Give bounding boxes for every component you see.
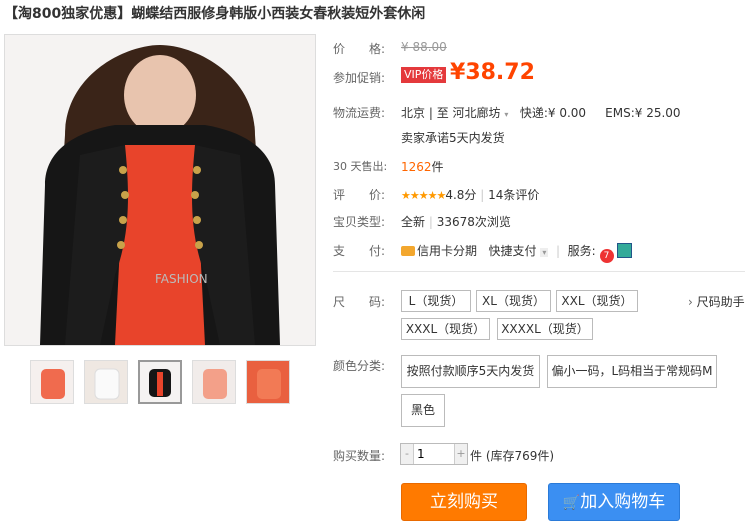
size-option-xxxxl[interactable]: XXXXL（现货）: [497, 318, 593, 340]
ship-to-chevron-icon[interactable]: ▾: [504, 110, 508, 119]
seven-day-return-icon: 7: [599, 249, 614, 263]
cart-icon: 🛒: [562, 495, 581, 511]
thumbnail-pink[interactable]: [192, 360, 236, 404]
ship-to[interactable]: 河北廊坊: [453, 106, 501, 120]
quantity-decrement-button[interactable]: -: [401, 444, 414, 464]
original-price: ¥ 88.00: [401, 40, 447, 54]
color-label: 颜色分类:: [333, 359, 386, 373]
color-option-ship-order[interactable]: 按照付款顺序5天内发货: [401, 355, 540, 388]
rating-label: 评 价:: [333, 188, 386, 202]
image-watermark: FASHION: [155, 272, 208, 286]
sales-unit: 件: [431, 160, 444, 174]
size-option-l[interactable]: L（现货）: [401, 290, 471, 312]
quantity-unit: 件: [470, 449, 483, 463]
guarantee-icon: [617, 243, 633, 258]
thumbnail-black-selected[interactable]: [138, 360, 182, 404]
sales-value: 1262件: [401, 158, 444, 175]
promo-price-value: 38.72: [465, 60, 535, 85]
rating-score: 4.8分: [445, 188, 477, 202]
ems-fee: ¥ 25.00: [634, 106, 681, 120]
quantity-stepper: - +: [400, 443, 468, 465]
quick-pay[interactable]: 快捷支付: [488, 244, 536, 258]
color-option-size-note[interactable]: 偏小一码，L码相当于常规码M: [547, 355, 717, 388]
color-option-black[interactable]: 黑色: [401, 394, 445, 427]
vip-badge: VIP价格: [401, 67, 447, 83]
shipping-label: 物流运费:: [333, 106, 386, 120]
size-label: 尺 码:: [333, 295, 386, 309]
thumbnail-white[interactable]: [84, 360, 128, 404]
credit-card-icon: [401, 246, 415, 256]
quick-pay-chevron-icon[interactable]: ▾: [540, 248, 549, 257]
section-divider: [333, 271, 745, 272]
size-option-xl[interactable]: XL（现货）: [476, 290, 551, 312]
view-count: 33678次浏览: [436, 215, 511, 229]
express-fee: ¥ 0.00: [547, 106, 587, 120]
rating-stars: ★★★★★: [401, 189, 446, 202]
currency-symbol: ¥: [450, 60, 466, 85]
size-helper[interactable]: › 尺码助手: [688, 293, 745, 310]
product-photo: FASHION: [5, 35, 315, 345]
ship-separator: 至: [436, 106, 449, 120]
sales-label: 30 天售出:: [333, 160, 388, 173]
payment-options: 信用卡分期 快捷支付 ▾ | 服务: 7: [401, 242, 633, 263]
ship-promise: 卖家承诺5天内发货: [401, 131, 505, 145]
add-to-cart-label: 加入购物车: [580, 492, 666, 512]
express-label: 快递:: [519, 106, 548, 120]
add-to-cart-button[interactable]: 🛒加入购物车: [548, 483, 680, 521]
price-label: 价 格:: [333, 42, 386, 56]
quantity-input[interactable]: [415, 445, 459, 463]
shipping-route: 北京 | 至 河北廊坊 ▾ 快递:¥ 0.00 EMS:¥ 25.00: [401, 106, 681, 120]
rating-value: ★★★★★4.8分 | 14条评价: [401, 188, 540, 202]
service-label: 服务:: [567, 244, 596, 258]
quantity-increment-button[interactable]: +: [454, 444, 467, 464]
promo-price: ¥38.72: [450, 60, 535, 85]
promo-label: 参加促销:: [333, 71, 386, 85]
ems-label: EMS:: [605, 106, 635, 120]
sales-count: 1262: [401, 160, 432, 174]
item-type-label: 宝贝类型:: [333, 215, 386, 229]
buy-now-button[interactable]: 立刻购买: [401, 483, 527, 521]
ship-from: 北京: [401, 106, 426, 120]
size-helper-label: 尺码助手: [696, 295, 745, 309]
main-product-image: FASHION: [4, 34, 316, 346]
product-title: 【淘800独家优惠】蝴蝶结西服修身韩版小西装女春秋装短外套休闲: [4, 6, 426, 22]
item-type-value: 全新 | 33678次浏览: [401, 215, 511, 229]
chevron-right-icon: ›: [688, 295, 693, 309]
quantity-stock: 件 (库存769件): [470, 447, 554, 464]
payment-label: 支 付:: [333, 244, 386, 258]
quantity-label: 购买数量:: [333, 449, 386, 463]
size-option-xxl[interactable]: XXL（现货）: [556, 290, 638, 312]
thumbnail-orange[interactable]: [246, 360, 290, 404]
review-count-link[interactable]: 14条评价: [488, 188, 539, 202]
item-condition: 全新: [401, 215, 426, 229]
stock-count: (库存769件): [485, 449, 555, 463]
thumbnail-red[interactable]: [30, 360, 74, 404]
credit-installment[interactable]: 信用卡分期: [417, 244, 477, 258]
size-option-xxxl[interactable]: XXXL（现货）: [401, 318, 490, 340]
